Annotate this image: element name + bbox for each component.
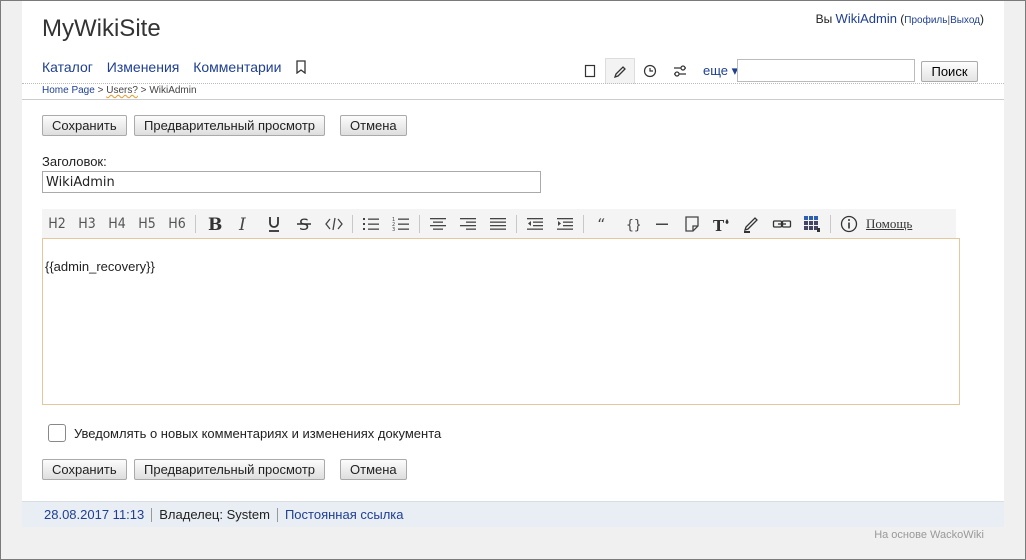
bullet-list-icon[interactable] xyxy=(356,209,386,239)
permalink-link[interactable]: Постоянная ссылка xyxy=(285,507,404,522)
numbered-list-icon[interactable]: 123 xyxy=(386,209,416,239)
title-input[interactable] xyxy=(42,171,541,193)
divider xyxy=(22,83,1004,84)
cancel-button[interactable]: Отмена xyxy=(340,115,407,136)
bold-icon[interactable]: B xyxy=(199,209,229,239)
more-menu[interactable]: еще ▾ xyxy=(703,63,738,79)
h6-button[interactable]: H6 xyxy=(162,209,192,239)
site-title: MyWikiSite xyxy=(42,15,161,42)
svg-text:B: B xyxy=(208,215,222,233)
svg-text:I: I xyxy=(238,215,246,233)
svg-text:{}: {} xyxy=(626,218,640,232)
italic-icon[interactable]: I xyxy=(229,209,259,239)
notify-checkbox[interactable] xyxy=(48,424,66,442)
indent-icon[interactable] xyxy=(550,209,580,239)
search-button[interactable]: Поиск xyxy=(921,61,978,82)
preview-button[interactable]: Предварительный просмотр xyxy=(134,115,326,136)
h3-button[interactable]: H3 xyxy=(72,209,102,239)
pencil-icon[interactable] xyxy=(605,58,635,84)
sliders-icon[interactable] xyxy=(665,58,695,84)
svg-text:3: 3 xyxy=(392,227,395,232)
editor-toolbar: H2 H3 H4 H5 H6 B I S 123 “ {} T Помощь xyxy=(42,209,956,239)
nav-changes[interactable]: Изменения xyxy=(107,59,180,75)
text-color-icon[interactable]: T xyxy=(707,209,737,239)
footnote-icon[interactable] xyxy=(677,209,707,239)
h4-button[interactable]: H4 xyxy=(102,209,132,239)
breadcrumb-users[interactable]: Users? xyxy=(106,85,138,96)
bookmark-icon[interactable] xyxy=(295,60,307,77)
revision-date-link[interactable]: 28.08.2017 11:13 xyxy=(44,507,144,522)
link-icon[interactable] xyxy=(767,209,797,239)
align-center-icon[interactable] xyxy=(423,209,453,239)
info-icon[interactable] xyxy=(834,209,864,239)
nav-catalog[interactable]: Каталог xyxy=(42,59,93,75)
owner-text: Владелец: System xyxy=(159,507,270,522)
user-prefix: Вы xyxy=(815,12,833,26)
preview-button-bottom[interactable]: Предварительный просмотр xyxy=(134,459,326,480)
logout-link[interactable]: Выход xyxy=(950,15,980,26)
search-input[interactable] xyxy=(737,59,915,82)
user-link[interactable]: WikiAdmin xyxy=(836,11,897,26)
profile-link[interactable]: Профиль xyxy=(904,15,947,26)
divider xyxy=(22,99,1004,100)
powered-by: На основе WackoWiki xyxy=(874,529,984,541)
h5-button[interactable]: H5 xyxy=(132,209,162,239)
notify-label: Уведомлять о новых комментариях и измене… xyxy=(74,426,442,441)
save-button[interactable]: Сохранить xyxy=(42,115,127,136)
main-nav: Каталог Изменения Комментарии xyxy=(42,59,307,77)
table-icon[interactable] xyxy=(797,209,827,239)
nav-comments[interactable]: Комментарии xyxy=(193,59,281,75)
page-tools: еще ▾ xyxy=(575,58,738,84)
page: MyWikiSite Вы WikiAdmin (Профиль|Выход) … xyxy=(22,1,1004,527)
underline-icon[interactable] xyxy=(259,209,289,239)
align-justify-icon[interactable] xyxy=(483,209,513,239)
quote-icon[interactable]: “ xyxy=(587,209,617,239)
editor-textarea[interactable]: {{admin_recovery}} xyxy=(42,238,960,405)
breadcrumb-current: WikiAdmin xyxy=(149,85,197,96)
page-icon[interactable] xyxy=(575,58,605,84)
svg-text:“: “ xyxy=(597,216,605,232)
help-link[interactable]: Помощь xyxy=(866,216,912,232)
h2-button[interactable]: H2 xyxy=(42,209,72,239)
code-icon[interactable] xyxy=(319,209,349,239)
horizontal-rule-icon[interactable] xyxy=(647,209,677,239)
align-right-icon[interactable] xyxy=(453,209,483,239)
save-button-bottom[interactable]: Сохранить xyxy=(42,459,127,480)
highlighter-icon[interactable] xyxy=(737,209,767,239)
cancel-button-bottom[interactable]: Отмена xyxy=(340,459,407,480)
breadcrumb-home[interactable]: Home Page xyxy=(42,85,95,96)
strikethrough-icon[interactable]: S xyxy=(289,209,319,239)
svg-text:T: T xyxy=(713,217,725,233)
title-label: Заголовок: xyxy=(42,154,107,169)
clock-icon[interactable] xyxy=(635,58,665,84)
breadcrumb: Home Page > Users? > WikiAdmin xyxy=(42,85,197,96)
outdent-icon[interactable] xyxy=(520,209,550,239)
user-box: Вы WikiAdmin (Профиль|Выход) xyxy=(815,11,984,26)
page-footer: 28.08.2017 11:13 Владелец: System Постоя… xyxy=(22,501,1004,527)
code-block-icon[interactable]: {} xyxy=(617,209,647,239)
